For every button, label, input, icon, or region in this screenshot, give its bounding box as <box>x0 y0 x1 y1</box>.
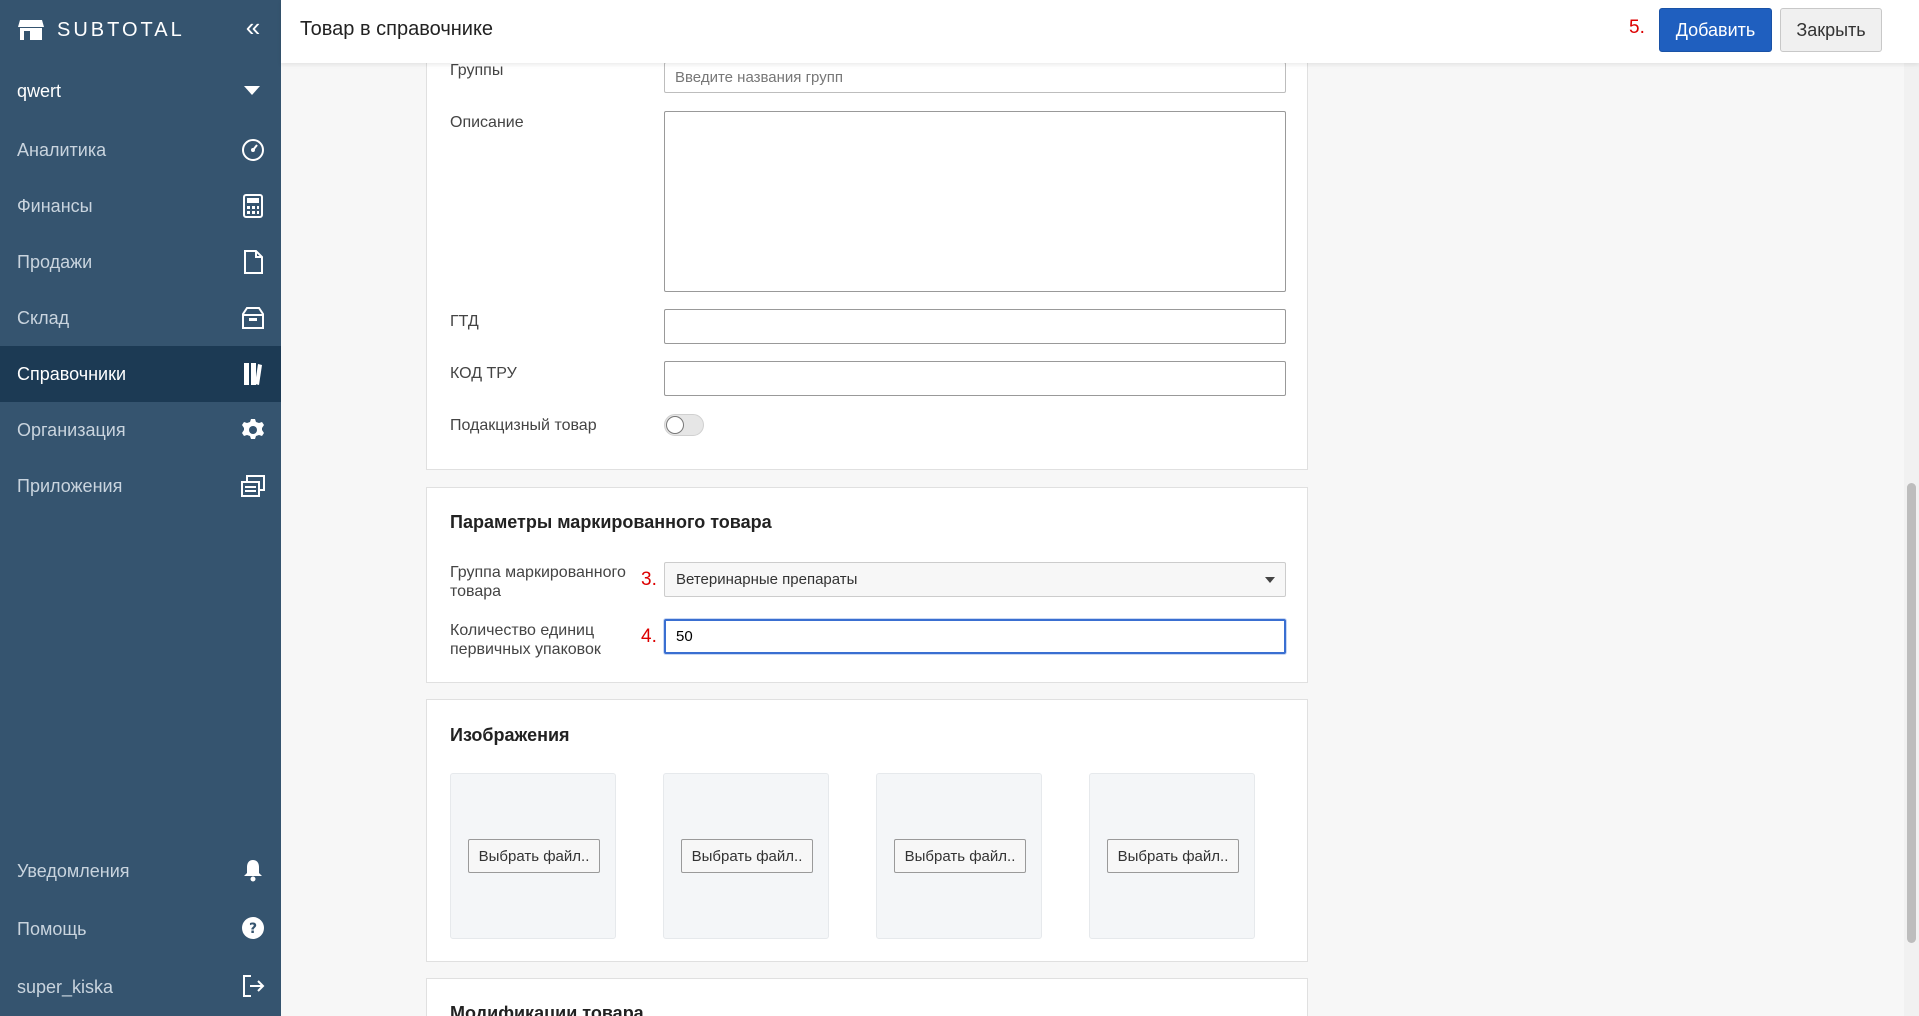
gauge-icon <box>240 137 266 163</box>
section-title: Модификации товара <box>450 1003 644 1016</box>
page-title: Товар в справочнике <box>300 18 494 40</box>
section-title: Параметры маркированного товара <box>450 512 772 532</box>
sidebar-bottom: Уведомления Помощь ? super_kiska <box>0 842 281 1016</box>
double-chevron-left-icon[interactable]: « <box>240 12 266 42</box>
image-slot: Выбрать файл.. <box>663 773 829 939</box>
header: Товар в справочнике 5. Добавить Закрыть <box>281 0 1919 63</box>
choose-file-button[interactable]: Выбрать файл.. <box>468 839 600 873</box>
help-icon: ? <box>240 915 266 941</box>
sidebar-item-label: Организация <box>17 419 126 440</box>
org-selector[interactable]: qwert <box>0 60 281 122</box>
sidebar-item-notifications[interactable]: Уведомления <box>0 842 281 900</box>
bell-icon <box>240 857 266 883</box>
box-icon <box>240 305 266 331</box>
images-card: Изображения Выбрать файл.. Выбрать файл.… <box>426 699 1308 962</box>
qty-label-line2: первичных упаковок <box>450 641 601 658</box>
sidebar-item-label: super_kiska <box>17 976 114 997</box>
tru-code-input[interactable] <box>664 361 1286 396</box>
qty-field <box>664 619 1286 654</box>
windows-icon <box>240 473 266 499</box>
sidebar-item-label: Справочники <box>17 363 127 384</box>
marked-goods-card: Параметры маркированного товара Группа м… <box>426 487 1308 683</box>
step-marker-5: 5. <box>1629 17 1645 38</box>
main-fields-card: Группы Описание ГТД КОД ТРУ Подакцизный … <box>426 30 1308 470</box>
sidebar-item-finance[interactable]: Финансы <box>0 178 281 234</box>
sidebar-item-label: Склад <box>17 307 70 328</box>
step-marker-4: 4. <box>641 626 657 647</box>
sidebar-item-warehouse[interactable]: Склад <box>0 290 281 346</box>
sidebar-item-label: Помощь <box>17 918 87 939</box>
caret-down-icon <box>244 86 260 95</box>
sidebar-item-label: Аналитика <box>17 139 107 160</box>
qty-label-line1: Количество единиц <box>450 622 595 639</box>
gtd-label: ГТД <box>450 313 479 330</box>
image-slot: Выбрать файл.. <box>450 773 616 939</box>
modifications-card: Модификации товара <box>426 978 1308 1016</box>
book-icon <box>240 361 266 387</box>
scrollbar-thumb[interactable] <box>1907 483 1916 943</box>
image-slot: Выбрать файл.. <box>876 773 1042 939</box>
svg-text:?: ? <box>249 921 257 937</box>
sidebar-item-label: Приложения <box>17 475 123 496</box>
marked-group-label-line1: Группа маркированного <box>450 564 626 581</box>
sidebar-item-directories[interactable]: Справочники <box>0 346 281 402</box>
scrollbar[interactable] <box>1904 63 1919 1016</box>
gear-icon <box>240 417 266 443</box>
logout-icon <box>240 973 266 999</box>
sidebar-item-analytics[interactable]: Аналитика <box>0 122 281 178</box>
sidebar-item-apps[interactable]: Приложения <box>0 458 281 514</box>
sidebar-item-label: Уведомления <box>17 860 130 881</box>
choose-file-button[interactable]: Выбрать файл.. <box>681 839 813 873</box>
marked-group-select[interactable]: Ветеринарные препараты <box>664 562 1286 597</box>
sidebar-item-organization[interactable]: Организация <box>0 402 281 458</box>
document-icon <box>240 249 266 275</box>
calculator-icon <box>240 193 266 219</box>
step-marker-3: 3. <box>641 569 657 590</box>
choose-file-button[interactable]: Выбрать файл.. <box>894 839 1026 873</box>
sidebar-item-label: Продажи <box>17 251 93 272</box>
brand[interactable]: SUBTOTAL « <box>0 0 281 60</box>
gtd-input[interactable] <box>664 309 1286 344</box>
groups-input[interactable] <box>665 63 1285 92</box>
tru-code-label: КОД ТРУ <box>450 365 517 382</box>
description-label: Описание <box>450 114 524 131</box>
close-button[interactable]: Закрыть <box>1780 8 1882 52</box>
groups-label: Группы <box>450 62 504 79</box>
org-name: qwert <box>17 80 62 101</box>
sidebar-item-label: Финансы <box>17 195 93 216</box>
add-button[interactable]: Добавить <box>1659 8 1772 52</box>
image-slot: Выбрать файл.. <box>1089 773 1255 939</box>
sidebar-item-help[interactable]: Помощь ? <box>0 900 281 958</box>
excise-label: Подакцизный товар <box>450 417 597 434</box>
brand-name: SUBTOTAL <box>57 18 185 41</box>
caret-down-icon <box>1265 577 1275 583</box>
toggle-knob <box>666 416 684 434</box>
sidebar-item-user[interactable]: super_kiska <box>0 958 281 1016</box>
store-icon <box>17 17 45 43</box>
qty-input[interactable] <box>666 621 1284 652</box>
marked-group-label-line2: товара <box>450 583 502 600</box>
groups-field <box>664 62 1286 93</box>
excise-toggle[interactable] <box>664 414 704 436</box>
marked-group-value: Ветеринарные препараты <box>676 571 858 588</box>
description-textarea[interactable] <box>664 111 1286 292</box>
choose-file-button[interactable]: Выбрать файл.. <box>1107 839 1239 873</box>
section-title: Изображения <box>450 725 570 745</box>
sidebar: SUBTOTAL « qwert Аналитика Финансы Прода… <box>0 0 281 1016</box>
sidebar-item-sales[interactable]: Продажи <box>0 234 281 290</box>
